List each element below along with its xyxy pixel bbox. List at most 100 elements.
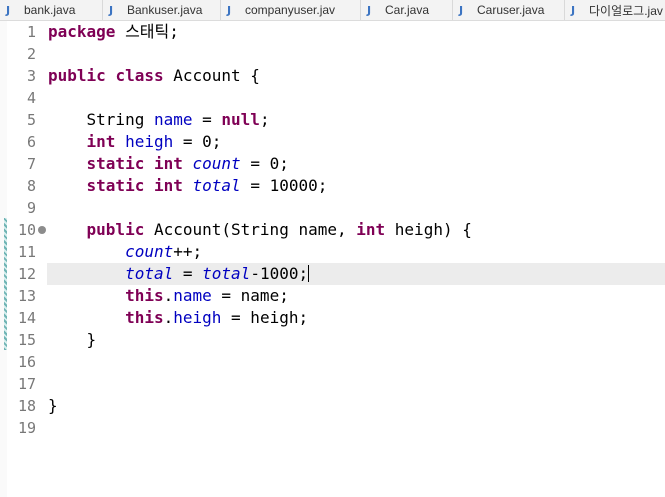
keyword: public [48, 66, 106, 85]
static-field-name: count [125, 242, 174, 261]
keyword: int [153, 176, 183, 195]
line-number: 4 [26, 89, 36, 107]
keyword: public [86, 220, 145, 239]
code-text: -1000; [250, 264, 309, 283]
tab-label: Car.java [385, 3, 430, 17]
code-line: public Account(String name, int heigh) { [48, 219, 472, 241]
code-line: this.heigh = heigh; [48, 307, 308, 329]
line-number: 6 [26, 133, 36, 151]
editor-tab-bar: J bank.java J Bankuser.java J companyuse… [0, 0, 665, 21]
code-text: = [173, 264, 203, 283]
line-number: 3 [26, 67, 36, 85]
keyword: static [86, 154, 145, 173]
line-number: 2 [26, 45, 36, 63]
code-line: static int total = 10000; [48, 175, 328, 197]
line-number: 14 [17, 309, 36, 327]
line-number: 18 [17, 397, 36, 415]
code-text: = 0; [240, 154, 289, 173]
keyword: this [125, 308, 164, 327]
code-editor[interactable]: 1 2 3 4 5 6 7 8 9 10 11 12 13 14 15 16 1… [0, 21, 665, 497]
text-caret [308, 265, 310, 282]
code-line: static int count = 0; [48, 153, 289, 175]
static-field-name: count [192, 154, 241, 173]
code-line-current: total = total-1000; [48, 263, 310, 285]
code-line: } [48, 395, 58, 417]
code-text: . [163, 308, 174, 327]
keyword: class [115, 66, 164, 85]
code-text: = [192, 110, 222, 129]
keyword: static [86, 176, 145, 195]
code-text: String [48, 110, 154, 129]
line-number: 10 [17, 221, 36, 239]
keyword: int [86, 132, 116, 151]
code-text: } [48, 330, 97, 349]
code-text: ++; [173, 242, 203, 261]
tab-label: bank.java [24, 3, 76, 17]
tab-car-java[interactable]: J Car.java [361, 0, 453, 20]
keyword: null [221, 110, 260, 129]
keyword: int [153, 154, 183, 173]
code-line: public class Account { [48, 65, 260, 87]
code-text: ; [259, 110, 270, 129]
line-number: 7 [26, 155, 36, 173]
field-name: heigh [173, 308, 222, 327]
line-number: 15 [17, 331, 36, 349]
java-file-icon: J [459, 3, 464, 17]
code-line: String name = null; [48, 109, 270, 131]
java-file-icon: J [227, 3, 232, 17]
line-number-gutter: 1 2 3 4 5 6 7 8 9 10 11 12 13 14 15 16 1… [7, 21, 45, 497]
line-number: 12 [17, 265, 36, 283]
code-line: count++; [48, 241, 202, 263]
code-line: int heigh = 0; [48, 131, 222, 153]
code-line: this.name = name; [48, 285, 289, 307]
code-text: Account(String name, [144, 220, 357, 239]
code-text: . [163, 286, 174, 305]
code-text: = name; [211, 286, 289, 305]
java-file-icon: J [109, 3, 114, 17]
line-number: 9 [26, 199, 36, 217]
fold-toggle-icon[interactable] [38, 226, 46, 234]
static-field-name: total [202, 264, 251, 283]
static-field-name: total [192, 176, 241, 195]
code-text: Account { [163, 66, 260, 85]
java-file-icon: J [6, 3, 11, 17]
tab-label: companyuser.jav [245, 3, 336, 17]
line-number: 5 [26, 111, 36, 129]
java-file-icon: J [367, 3, 372, 17]
line-number: 17 [17, 375, 36, 393]
field-name: name [173, 286, 212, 305]
code-text: = 0; [173, 132, 222, 151]
code-text: = heigh; [221, 308, 309, 327]
tab-dialog-java[interactable]: J 다이얼로그.jav [565, 0, 665, 20]
line-number: 1 [26, 23, 36, 41]
tab-label: Bankuser.java [127, 3, 203, 17]
keyword: int [356, 220, 386, 239]
code-line: package 스태틱; [48, 21, 179, 43]
code-text: = 10000; [240, 176, 328, 195]
code-line: } [48, 329, 97, 351]
line-number: 16 [17, 353, 36, 371]
line-number: 13 [17, 287, 36, 305]
field-name: heigh [125, 132, 174, 151]
code-text: heigh) { [385, 220, 472, 239]
tab-bank-java[interactable]: J bank.java [0, 0, 103, 20]
keyword: this [125, 286, 164, 305]
tab-caruser-java[interactable]: J Caruser.java [453, 0, 565, 20]
static-field-name: total [125, 264, 174, 283]
tab-companyuser-java[interactable]: J companyuser.jav [221, 0, 361, 20]
code-text: 스태틱; [115, 22, 179, 41]
tab-label: 다이얼로그.jav [589, 3, 663, 18]
tab-bankuser-java[interactable]: J Bankuser.java [103, 0, 221, 20]
